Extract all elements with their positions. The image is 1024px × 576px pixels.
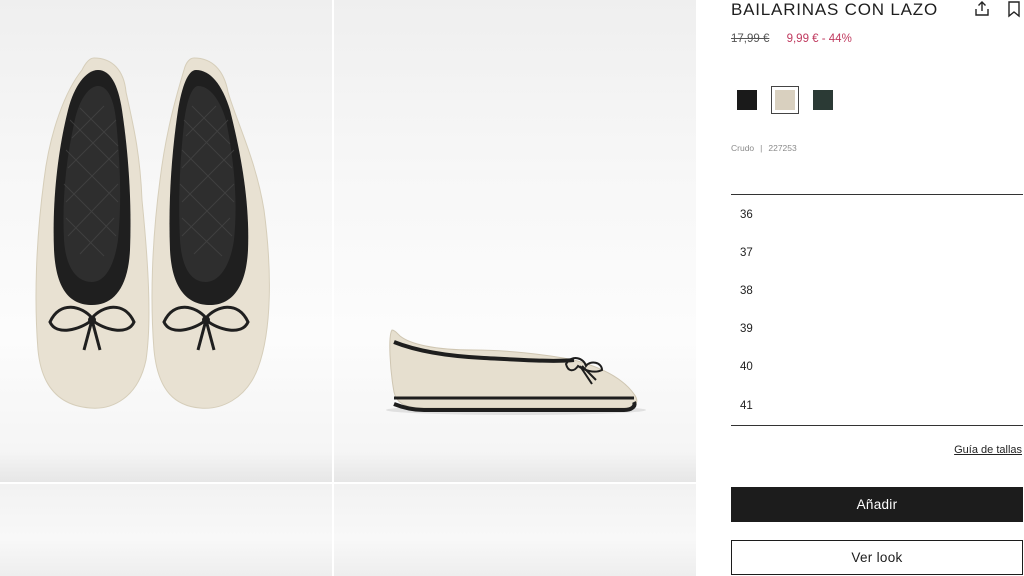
size-list: 36 37 38 39 40 41 xyxy=(731,194,1023,426)
color-swatches xyxy=(733,86,837,114)
size-option[interactable]: 41 xyxy=(740,397,1010,415)
size-option[interactable]: 37 xyxy=(740,244,1010,262)
gallery-image-top-view[interactable] xyxy=(0,0,332,482)
product-meta: Crudo | 227253 xyxy=(731,143,797,153)
swatch-black[interactable] xyxy=(733,86,761,114)
size-option[interactable]: 39 xyxy=(740,320,1010,338)
shoes-top-view-illustration xyxy=(35,57,270,409)
add-to-cart-button[interactable]: Añadir xyxy=(731,487,1023,522)
meta-separator: | xyxy=(760,143,763,153)
size-option[interactable]: 38 xyxy=(740,282,1010,300)
product-title: BAILARINAS CON LAZO xyxy=(731,0,938,19)
swatch-dark-green[interactable] xyxy=(809,86,837,114)
price-row: 17,99 € 9,99 € - 44% xyxy=(731,33,852,45)
shoe-side-view-illustration xyxy=(386,329,646,415)
share-icon[interactable] xyxy=(973,0,991,18)
gallery-image-4[interactable] xyxy=(334,484,696,576)
gallery-image-3[interactable] xyxy=(0,484,332,576)
old-price: 17,99 € xyxy=(731,33,770,45)
size-option[interactable]: 40 xyxy=(740,358,1010,376)
product-info-panel: BAILARINAS CON LAZO 17,99 € 9,99 € - 44%… xyxy=(731,0,1024,576)
product-gallery xyxy=(0,0,696,576)
reference-number: 227253 xyxy=(768,143,797,153)
size-guide-link[interactable]: Guía de tallas xyxy=(954,444,1022,456)
discount-price: 9,99 € - 44% xyxy=(786,33,852,45)
bookmark-icon[interactable] xyxy=(1005,0,1023,18)
view-look-button[interactable]: Ver look xyxy=(731,540,1023,575)
size-option[interactable]: 36 xyxy=(740,206,1010,224)
swatch-cream[interactable] xyxy=(771,86,799,114)
gallery-image-side-view[interactable] xyxy=(334,0,696,482)
color-name: Crudo xyxy=(731,143,755,153)
